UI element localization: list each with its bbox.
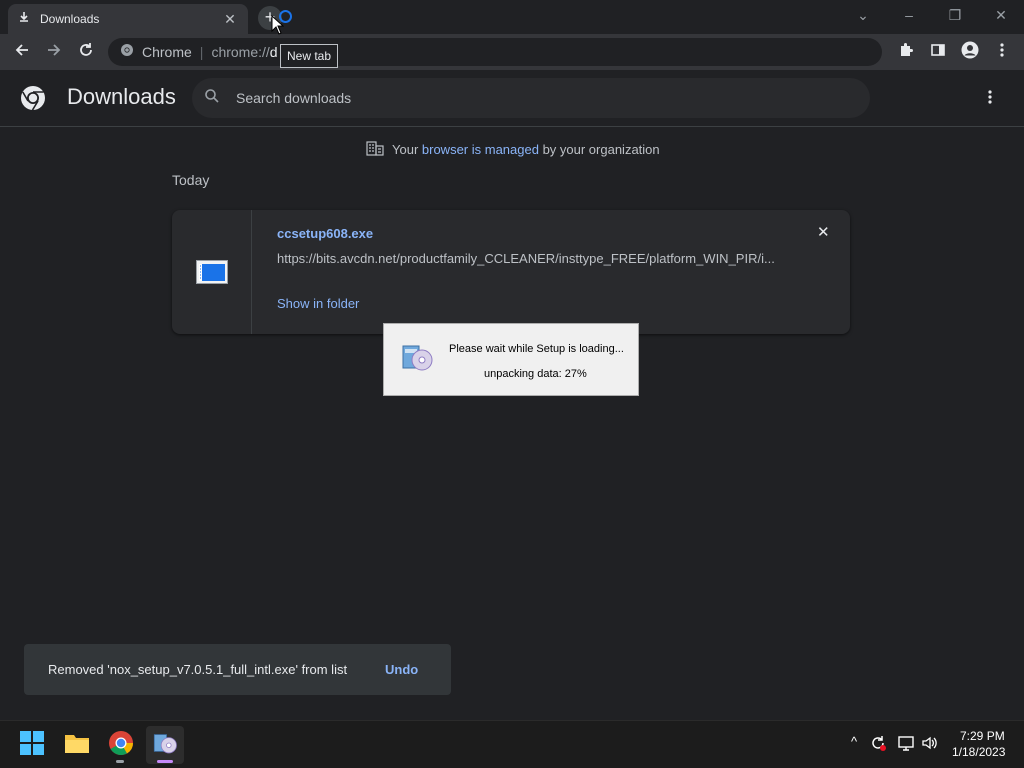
file-icon: [196, 260, 228, 289]
file-explorer-button[interactable]: [58, 726, 96, 764]
tab-strip: Downloads ✕ + ⌄ – ❐ ✕: [0, 0, 1024, 34]
tab-downloads[interactable]: Downloads ✕: [8, 4, 248, 34]
address-bar[interactable]: Chrome | chrome://d: [108, 38, 882, 66]
file-icon-column: [172, 210, 252, 334]
setup-progress-text: unpacking data: 27%: [484, 368, 587, 380]
site-label: Chrome: [142, 44, 192, 60]
section-heading-today: Today: [172, 172, 210, 188]
forward-button[interactable]: [40, 38, 68, 66]
downloads-menu-button[interactable]: [978, 86, 1002, 112]
back-button[interactable]: [8, 38, 36, 66]
more-menu-icon: [988, 89, 992, 109]
tab-close-button[interactable]: ✕: [222, 11, 238, 28]
reload-icon: [78, 42, 94, 63]
chrome-menu-button[interactable]: [988, 38, 1016, 66]
new-tab-tooltip: New tab: [280, 44, 339, 68]
volume-icon[interactable]: [920, 734, 940, 754]
toast-message: Removed 'nox_setup_v7.0.5.1_full_intl.ex…: [48, 662, 348, 677]
minimize-button[interactable]: –: [886, 4, 932, 26]
windows-start-icon: [20, 730, 44, 760]
chrome-taskbar-button[interactable]: [102, 726, 140, 764]
sync-icon[interactable]: [868, 734, 888, 754]
side-panel-icon: [930, 42, 946, 63]
installer-active-indicator: [157, 760, 173, 763]
clock-date[interactable]: 1/18/2023: [952, 745, 1005, 759]
installer-taskbar-button[interactable]: [146, 726, 184, 764]
url-host: d: [269, 44, 278, 60]
more-menu-icon: [1000, 42, 1004, 63]
clock-time[interactable]: 7:29 PM: [960, 729, 1005, 743]
file-explorer-icon: [64, 732, 90, 759]
setup-loading-dialog: Please wait while Setup is loading... un…: [383, 323, 639, 396]
download-item: ccsetup608.exe https://bits.avcdn.net/pr…: [172, 210, 850, 334]
tab-title: Downloads: [40, 12, 100, 26]
undo-button[interactable]: Undo: [385, 662, 418, 677]
download-icon: [18, 10, 30, 28]
download-file-name[interactable]: ccsetup608.exe: [277, 226, 373, 241]
search-input[interactable]: [236, 90, 796, 106]
forward-arrow-icon: [46, 42, 62, 63]
network-icon[interactable]: [896, 734, 916, 754]
search-bar[interactable]: [192, 78, 870, 118]
page-title: Downloads: [67, 84, 176, 109]
chrome-logo-icon: [20, 85, 46, 116]
building-icon: [366, 140, 384, 159]
managed-suffix: by your organization: [538, 142, 660, 157]
chrome-icon: [120, 43, 134, 62]
url-prefix: chrome://: [211, 44, 270, 60]
setup-installer-icon: [400, 340, 434, 379]
setup-message: Please wait while Setup is loading...: [449, 343, 624, 355]
extensions-button[interactable]: [892, 38, 920, 66]
tab-search-button[interactable]: ⌄: [840, 4, 886, 26]
restore-button[interactable]: ❐: [932, 4, 978, 26]
search-icon: [204, 88, 220, 109]
extensions-icon: [898, 42, 914, 63]
download-source-url[interactable]: https://bits.avcdn.net/productfamily_CCL…: [277, 251, 777, 266]
show-in-folder-link[interactable]: Show in folder: [277, 296, 359, 311]
back-arrow-icon: [14, 42, 30, 63]
managed-notice: Your browser is managed by your organiza…: [366, 140, 660, 159]
side-panel-button[interactable]: [924, 38, 952, 66]
remove-download-button[interactable]: ✕: [817, 223, 830, 241]
chrome-running-indicator: [116, 760, 124, 763]
reload-button[interactable]: [72, 38, 100, 66]
profile-button[interactable]: [956, 38, 984, 66]
mouse-cursor-icon: [271, 15, 284, 35]
chrome-taskbar-icon: [108, 730, 134, 761]
removed-toast: Removed 'nox_setup_v7.0.5.1_full_intl.ex…: [24, 644, 451, 695]
managed-link[interactable]: browser is managed: [422, 142, 539, 157]
installer-taskbar-icon: [152, 730, 178, 761]
url-text: chrome://d: [211, 44, 277, 60]
profile-icon: [961, 41, 979, 64]
omnibox-separator: |: [199, 44, 204, 60]
tray-chevron-icon[interactable]: ^: [844, 734, 864, 754]
start-button[interactable]: [13, 726, 51, 764]
managed-prefix: Your: [392, 142, 422, 157]
close-window-button[interactable]: ✕: [978, 4, 1024, 26]
